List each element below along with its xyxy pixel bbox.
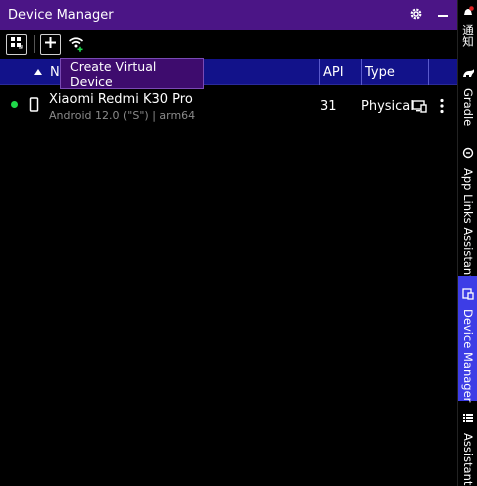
- create-virtual-device-tooltip: Create Virtual Device: [60, 58, 204, 89]
- gradle-icon: [462, 68, 475, 83]
- title-bar: Device Manager: [0, 0, 457, 30]
- device-name: Xiaomi Redmi K30 Pro: [49, 92, 193, 107]
- device-grid-icon: [10, 36, 23, 53]
- column-divider: [361, 59, 362, 85]
- device-manager-icon: [462, 288, 474, 304]
- column-header-api[interactable]: API: [323, 59, 344, 85]
- minimize-icon[interactable]: [437, 7, 449, 25]
- device-details: Android 12.0 ("S") | arm64: [49, 109, 196, 122]
- column-divider: [319, 59, 320, 85]
- sidebar-item-assistant[interactable]: Assistant: [458, 412, 477, 485]
- notification-bell-icon: [462, 6, 474, 22]
- sort-ascending-icon[interactable]: [33, 59, 43, 85]
- right-tool-strip: 通知 Gradle App Links Assistant Device Man…: [457, 0, 477, 486]
- device-manager-panel: Device Manager N API Type Create Virtual…: [0, 0, 457, 486]
- wifi-pair-icon[interactable]: [68, 36, 84, 57]
- column-divider: [428, 59, 429, 85]
- device-mirror-icon[interactable]: [412, 100, 427, 117]
- column-header-name[interactable]: N: [50, 59, 60, 85]
- toolbar: [0, 30, 457, 58]
- more-vertical-icon[interactable]: [439, 98, 445, 118]
- add-icon: [44, 36, 57, 53]
- table-row[interactable]: Xiaomi Redmi K30 Pro Android 12.0 ("S") …: [0, 88, 457, 126]
- sidebar-item-notifications[interactable]: 通知: [458, 6, 477, 47]
- sidebar-item-label: Device Manager: [461, 309, 475, 403]
- column-header-type[interactable]: Type: [365, 59, 395, 85]
- sidebar-item-gradle[interactable]: Gradle: [458, 68, 477, 126]
- sidebar-item-label: Assistant: [461, 433, 475, 486]
- create-virtual-device-button[interactable]: [40, 34, 61, 55]
- online-status-indicator: [11, 101, 18, 108]
- list-icon: [462, 412, 474, 428]
- sidebar-item-label: App Links Assistant: [461, 168, 475, 280]
- panel-title: Device Manager: [8, 7, 114, 23]
- phone-icon: [29, 97, 39, 116]
- toolbar-separator: [34, 35, 35, 53]
- device-api-level: 31: [320, 99, 337, 114]
- device-grid-button[interactable]: [6, 34, 27, 55]
- sidebar-item-device-manager[interactable]: Device Manager: [458, 276, 477, 403]
- sidebar-item-label: Gradle: [461, 88, 475, 127]
- link-icon: [462, 147, 474, 163]
- sidebar-item-label: 通知: [461, 24, 475, 47]
- device-type: Physical: [361, 99, 414, 114]
- gear-icon[interactable]: [409, 7, 423, 25]
- sidebar-item-app-links-assistant[interactable]: App Links Assistant: [458, 147, 477, 280]
